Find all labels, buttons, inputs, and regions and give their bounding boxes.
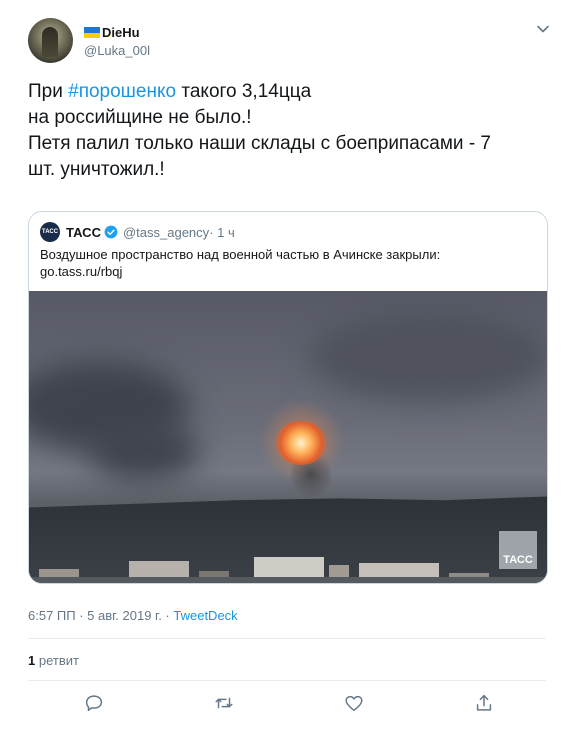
chevron-down-icon[interactable] [536,22,550,36]
tweet-text: При #порошенко такого 3,14цца на российщ… [28,79,548,183]
quoted-media-image[interactable]: ТАСС [29,291,547,583]
tweet-text-line2: на российщине не было.! [28,107,252,128]
town-buildings [29,539,547,583]
divider [28,680,546,681]
quoted-tweet-text: Воздушное пространство над военной часть… [40,246,535,280]
quoted-author-name: ТАСС [66,224,101,240]
quoted-tweet[interactable]: ТАСС ТАСС @tass_agency · 1 ч Воздушное п… [28,211,548,584]
share-icon [476,694,492,711]
avatar-figure [42,27,58,57]
retweet-stats[interactable]: 1 ретвит [28,653,79,668]
tweet-timestamp-row: 6:57 ПП · 5 авг. 2019 г. · TweetDeck [28,608,238,623]
author-display-name[interactable]: DieHu [102,25,140,40]
reply-button[interactable] [83,692,105,714]
tweet-text-line1-rest: такого 3,14цца [176,81,312,102]
author-handle[interactable]: @Luka_00l [84,43,150,58]
author-name-row[interactable]: DieHu [84,25,140,40]
cloud [89,421,199,481]
tweet-text-prefix: При [28,81,69,102]
divider [28,638,546,639]
quoted-text-line1: Воздушное пространство над военной часть… [40,247,441,262]
ukraine-flag-icon [84,27,100,38]
hashtag-link[interactable]: #порошенко [68,81,176,102]
tweet-actions [28,692,546,716]
tweet-timestamp[interactable]: 6:57 ПП · 5 авг. 2019 г. · [28,608,173,623]
quoted-text-line2: go.tass.ru/rbqj [40,264,123,279]
quoted-author-handle: @tass_agency [122,224,210,240]
heart-icon [345,695,363,712]
share-button[interactable] [473,692,495,714]
retweet-label: ретвит [35,653,79,668]
avatar[interactable] [28,18,73,63]
like-button[interactable] [343,692,365,714]
tweet-text-line4: шт. уничтожил.! [28,159,165,180]
reply-icon [85,695,103,712]
quoted-tweet-header: ТАСС ТАСС @tass_agency · 1 ч [40,222,235,242]
retweet-icon [215,697,233,709]
cloud [309,311,547,401]
explosion-fireball [275,421,327,465]
tass-watermark: ТАСС [499,531,537,569]
retweet-button[interactable] [213,692,235,714]
tweet-source-link[interactable]: TweetDeck [173,608,237,623]
verified-badge-icon [104,225,118,239]
quoted-time: · 1 ч [209,224,235,240]
tass-logo: ТАСС [40,222,60,242]
tweet-text-line3: Петя палил только наши склады с боеприпа… [28,133,491,154]
